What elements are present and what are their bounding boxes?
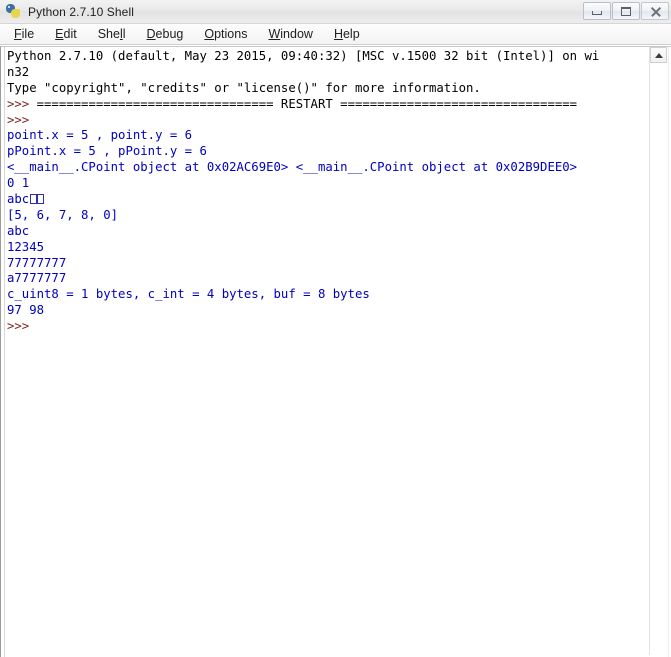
menu-item-debug[interactable]: Debug xyxy=(143,25,193,43)
vertical-scrollbar[interactable] xyxy=(649,47,667,655)
shell-line: 97 98 xyxy=(7,303,45,318)
shell-line: >>> xyxy=(7,319,37,334)
shell-line: c_uint8 = 1 bytes, c_int = 4 bytes, buf … xyxy=(7,287,370,302)
shell-line: >>> xyxy=(7,112,37,127)
shell-line: abc xyxy=(7,223,30,238)
shell-line: 0 1 xyxy=(7,176,30,191)
title-bar: Python 2.7.10 Shell xyxy=(0,0,671,24)
shell-line: abc xyxy=(7,192,645,208)
maximize-button[interactable] xyxy=(612,2,640,20)
menu-item-shell[interactable]: Shell xyxy=(94,25,135,43)
maximize-icon xyxy=(621,6,631,16)
shell-line: >>> ================================ RES… xyxy=(7,96,578,111)
scroll-up-button[interactable] xyxy=(650,47,667,63)
shell-line: [5, 6, 7, 8, 0] xyxy=(7,207,119,222)
shell-line: pPoint.x = 5 , pPoint.y = 6 xyxy=(7,144,207,159)
minimize-button[interactable] xyxy=(583,2,611,20)
window-controls xyxy=(582,1,669,21)
python-shell-window: Python 2.7.10 Shell File Edit Shell Debu… xyxy=(0,0,671,657)
window-title: Python 2.7.10 Shell xyxy=(28,4,134,19)
menu-item-options[interactable]: Options xyxy=(200,25,256,43)
menu-item-edit[interactable]: Edit xyxy=(51,25,86,43)
menu-item-file[interactable]: File xyxy=(10,25,43,43)
menu-bar: File Edit Shell Debug Options Window Hel… xyxy=(0,24,671,45)
menu-item-window[interactable]: Window xyxy=(264,25,321,43)
shell-line: point.x = 5 , point.y = 6 xyxy=(7,128,193,143)
python-logo-icon xyxy=(5,3,22,20)
shell-line: 12345 xyxy=(7,239,45,254)
shell-line: 77777777 xyxy=(7,255,67,270)
unprintable-glyph xyxy=(29,194,37,205)
shell-output-frame: Python 2.7.10 (default, May 23 2015, 09:… xyxy=(0,46,671,657)
shell-text-area[interactable]: Python 2.7.10 (default, May 23 2015, 09:… xyxy=(7,49,645,657)
close-icon xyxy=(650,6,661,17)
menu-item-help[interactable]: Help xyxy=(330,25,369,43)
shell-line: Type "copyright", "credits" or "license(… xyxy=(7,80,481,95)
shell-line: n32 xyxy=(7,64,30,79)
close-button[interactable] xyxy=(641,2,669,20)
shell-line: a7777777 xyxy=(7,271,67,286)
unprintable-glyph xyxy=(37,194,45,205)
shell-line: Python 2.7.10 (default, May 23 2015, 09:… xyxy=(7,49,600,63)
minimize-icon xyxy=(592,11,602,15)
shell-line: <__main__.CPoint object at 0x02AC69E0> <… xyxy=(7,160,578,175)
scrollbar-track[interactable] xyxy=(650,64,667,655)
scroll-up-arrow-icon xyxy=(654,52,663,58)
